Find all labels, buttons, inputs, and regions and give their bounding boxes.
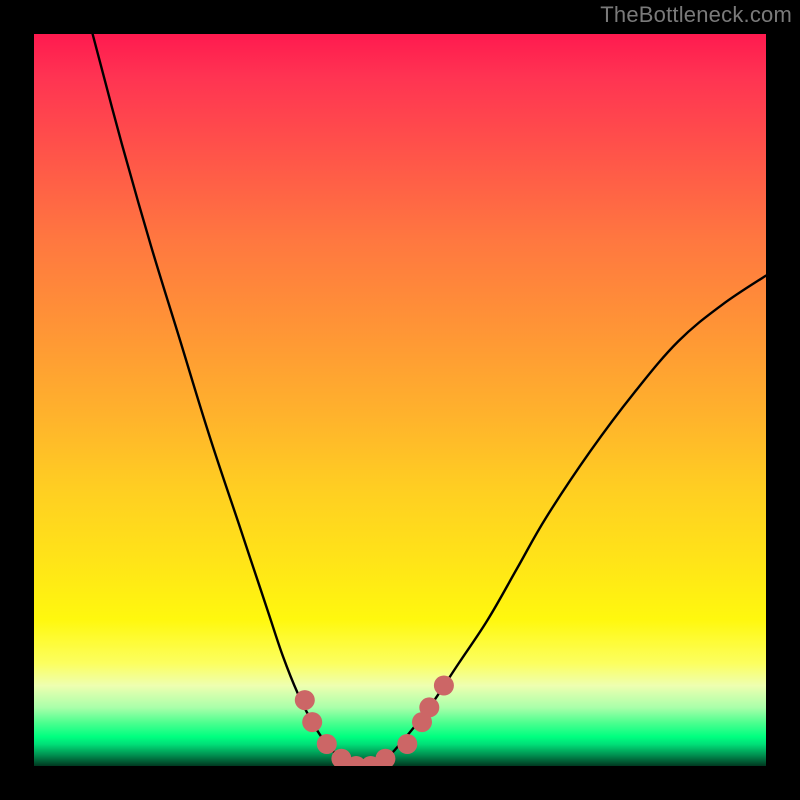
curve-marker-dot (434, 676, 454, 696)
curve-marker-dot (295, 690, 315, 710)
watermark-text: TheBottleneck.com (600, 2, 792, 28)
curve-marker-dot (419, 697, 439, 717)
curve-marker-dot (302, 712, 322, 732)
bottleneck-curve-svg (34, 34, 766, 766)
bottleneck-curve (93, 34, 766, 766)
curve-marker-dot (317, 734, 337, 754)
plot-area (34, 34, 766, 766)
curve-marker-dot (397, 734, 417, 754)
chart-frame: TheBottleneck.com (0, 0, 800, 800)
